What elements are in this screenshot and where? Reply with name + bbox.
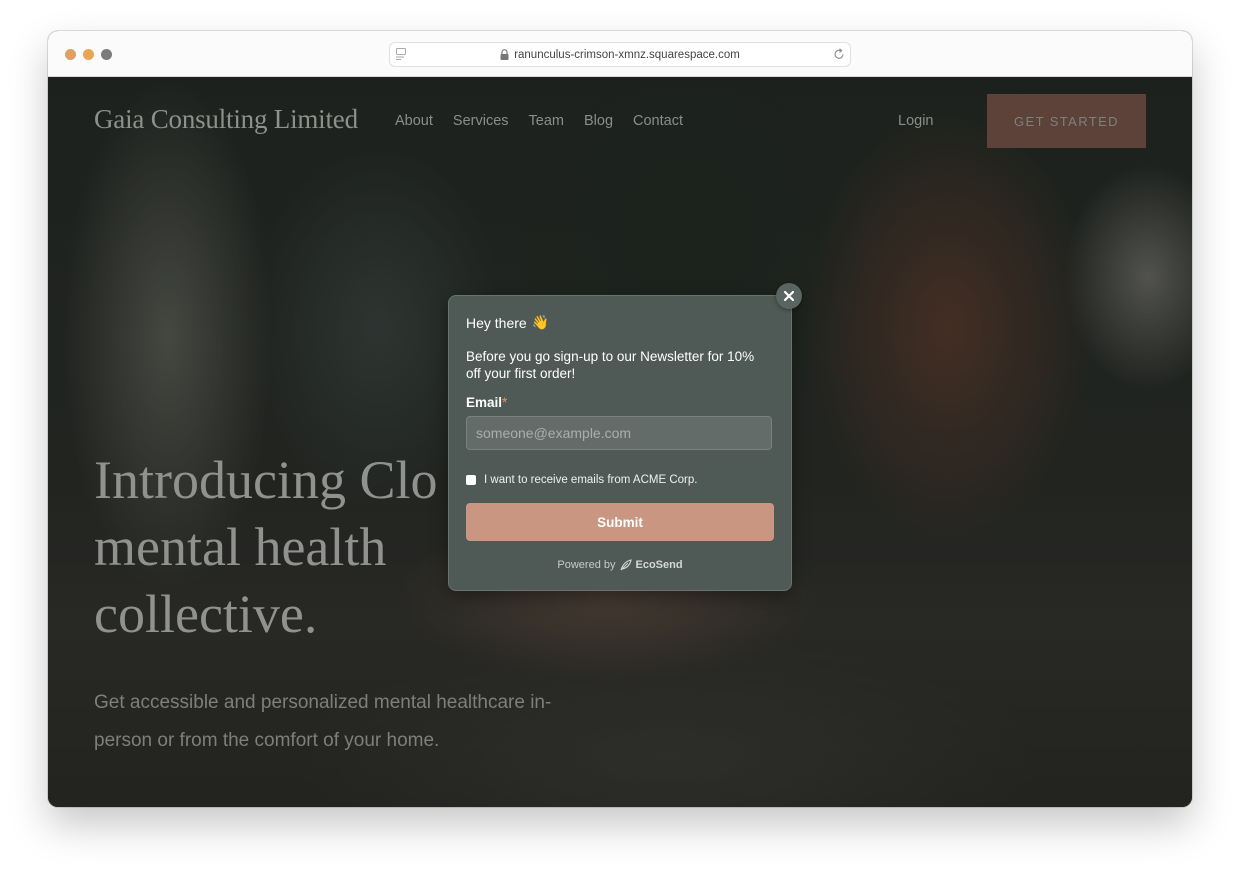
nav-contact[interactable]: Contact [633, 113, 683, 129]
nav-services[interactable]: Services [453, 113, 509, 129]
hero-title-line: collective. [94, 584, 318, 644]
window-maximize-button[interactable] [101, 49, 112, 60]
nav-blog[interactable]: Blog [584, 113, 613, 129]
nav-about[interactable]: About [395, 113, 433, 129]
site-logo[interactable]: Gaia Consulting Limited [94, 104, 358, 135]
site-header: Gaia Consulting Limited About Services T… [48, 77, 1192, 167]
powered-by-text: Powered by [557, 559, 616, 571]
nav-team[interactable]: Team [529, 113, 564, 129]
url-text: ranunculus-crimson-xmnz.squarespace.com [514, 48, 740, 61]
greeting-text: Hey there [466, 314, 527, 331]
get-started-button[interactable]: GET STARTED [987, 94, 1146, 148]
window-minimize-button[interactable] [83, 49, 94, 60]
page-viewport: Gaia Consulting Limited About Services T… [48, 77, 1192, 807]
main-nav: About Services Team Blog Contact [395, 113, 683, 129]
consent-label[interactable]: I want to receive emails from ACME Corp. [484, 474, 697, 486]
ecosend-brand[interactable]: EcoSend [636, 559, 683, 571]
powered-by: Powered by EcoSend [449, 559, 791, 571]
consent-row: I want to receive emails from ACME Corp. [466, 474, 697, 486]
popup-description: Before you go sign-up to our Newsletter … [466, 349, 755, 381]
newsletter-popup: Hey there 👋 Before you go sign-up to our… [448, 295, 792, 591]
address-bar[interactable]: ranunculus-crimson-xmnz.squarespace.com [389, 42, 851, 67]
reload-icon[interactable] [833, 48, 845, 60]
waving-hand-icon: 👋 [531, 314, 550, 330]
email-field[interactable] [466, 416, 772, 450]
leaf-icon [619, 559, 632, 571]
browser-titlebar: ranunculus-crimson-xmnz.squarespace.com [48, 31, 1192, 77]
close-icon [783, 290, 795, 302]
popup-close-button[interactable] [776, 283, 802, 309]
email-label: Email* [466, 395, 507, 410]
browser-window: ranunculus-crimson-xmnz.squarespace.com … [48, 31, 1192, 807]
login-link[interactable]: Login [898, 113, 933, 129]
submit-button[interactable]: Submit [466, 503, 774, 541]
window-close-button[interactable] [65, 49, 76, 60]
required-marker: * [502, 395, 508, 410]
consent-checkbox[interactable] [466, 475, 476, 485]
email-label-text: Email [466, 395, 503, 410]
lock-icon [500, 49, 509, 60]
popup-greeting: Hey there 👋 [466, 314, 549, 331]
window-controls [65, 49, 112, 60]
hero-subtitle: Get accessible and personalized mental h… [94, 692, 552, 751]
